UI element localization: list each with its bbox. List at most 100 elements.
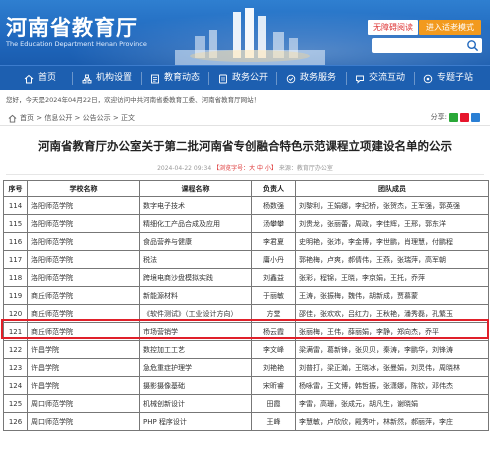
wechat-share-icon[interactable] [449, 112, 458, 122]
table-row: 121 商丘师范学院 市场营销学 杨云霞 张丽梅，王伟，薛丽娟，李静，郑向杰，乔平 [3, 322, 489, 341]
accessible-reading-button[interactable]: 无障碍阅读 [368, 20, 418, 35]
home-icon [8, 114, 17, 123]
nav-item-interaction[interactable]: 交流互动 [355, 66, 405, 91]
share-label: 分享: [430, 113, 447, 121]
nav-item-gov-info[interactable]: 政务公开 [218, 66, 268, 91]
table-header-row: 序号 学校名称 课程名称 负责人 团队成员 [3, 180, 489, 197]
row-lead: 庸小丹 [251, 250, 296, 269]
row-lead: 田霞 [251, 394, 296, 413]
document-icon [219, 74, 227, 83]
row-course: PHP 程序设计 [139, 412, 252, 431]
row-index: 124 [3, 376, 28, 395]
row-school: 许昌学院 [27, 358, 140, 377]
site-logo-subtitle: The Education Department Henan Province [6, 40, 147, 48]
row-index: 117 [3, 250, 28, 269]
row-course: 数字电子技术 [139, 196, 252, 215]
row-course: 市场营销学 [139, 322, 252, 341]
row-school: 洛阳师范学院 [27, 196, 140, 215]
row-team: 张丽梅，王伟，薛丽娟，李静，郑向杰，乔平 [295, 322, 489, 341]
row-index: 125 [3, 394, 28, 413]
nav-item-gov-service[interactable]: 政务服务 [286, 66, 336, 91]
table-row: 114 洛阳师范学院 数字电子技术 杨数强 刘黎利，王娟娜，李纪桥，张贺杰，王军强，郭英… [3, 196, 489, 215]
header-team: 团队成员 [295, 180, 489, 197]
row-team: 刘贵龙，张丽蕾，周政，李佳辉，王邢，郭东洋 [295, 214, 489, 233]
elderly-mode-button[interactable]: 进入适老模式 [419, 20, 481, 35]
breadcrumb: 首页 > 信息公开 > 公告公示 > 正文 [8, 113, 135, 123]
row-course: 摄影摄像基础 [139, 376, 252, 395]
table-row: 126 周口师范学院 PHP 程序设计 王峰 李慧敏，卢欣欣，殿秀叶，林新然，郝丽萍，李… [3, 412, 489, 431]
row-school: 洛阳师范学院 [27, 232, 140, 251]
nav-item-label: 教育动态 [164, 73, 201, 83]
search-icon[interactable] [466, 39, 479, 52]
nav-item-label: 交流互动 [369, 73, 406, 83]
nav-divider [346, 72, 347, 85]
table-row: 125 周口师范学院 机械创新设计 田霞 李雷，高珊，张成元，胡凡生，谢晓娟 [3, 394, 489, 413]
article-title: 河南省教育厅办公室关于第二批河南省专创融合特色示范课程立项建设名单的公示 [38, 139, 452, 153]
nav-item-label: 政务公开 [232, 73, 269, 83]
nav-divider [208, 72, 209, 85]
table-row: 124 许昌学院 摄影摄像基础 宋昕睿 杨咏雷，王文博，韩哲振，张潇娜，陈钦，邓伟杰 [3, 376, 489, 395]
row-team: 梁满雷，葛新锋，张贝贝，秦涛，李鹏华，刘锋涛 [295, 340, 489, 359]
table-row: 122 许昌学院 数控加工工艺 李文峰 梁满雷，葛新锋，张贝贝，秦涛，李鹏华，刘锋涛 [3, 340, 489, 359]
search-box [372, 38, 482, 53]
row-school: 洛阳师范学院 [27, 214, 140, 233]
row-team: 李雷，高珊，张成元，胡凡生，谢晓娟 [295, 394, 489, 413]
row-team: 刘黎利，王娟娜，李纪桥，张贺杰，王军强，郭英强 [295, 196, 489, 215]
nav-divider [414, 72, 415, 85]
nav-divider [72, 72, 73, 85]
table-row: 120 商丘师范学院 《软件测试》（工业设计方向） 方堂 邵佳，张欢欢，吕红力，王秋艳，… [3, 304, 489, 323]
font-size-switcher[interactable]: 【浏览字号：大 中 小】 [213, 165, 277, 172]
nav-item-organization[interactable]: 机构设置 [82, 66, 132, 91]
row-school: 许昌学院 [27, 340, 140, 359]
row-lead: 于丽敏 [251, 286, 296, 305]
home-icon [24, 74, 34, 83]
row-lead: 方堂 [251, 304, 296, 323]
nav-item-label: 政务服务 [300, 73, 337, 83]
row-team: 张彩，程锦，王晓，李京娟，王托，乔萍 [295, 268, 489, 287]
service-icon [286, 74, 296, 83]
row-index: 118 [3, 268, 28, 287]
qzone-share-icon[interactable] [471, 112, 480, 122]
row-lead: 刘艳艳 [251, 358, 296, 377]
main-nav: 首页 机构设置 教育动态 政务公开 政务服务 交流互动 专题子站 [0, 65, 490, 90]
course-list-table: 序号 学校名称 课程名称 负责人 团队成员 114 洛阳师范学院 数字电子技术 杨数强… [3, 180, 489, 431]
weibo-share-icon[interactable] [460, 112, 469, 122]
breadcrumb-text[interactable]: 首页 > 信息公开 > 公告公示 > 正文 [20, 113, 135, 123]
city-skyline-illustration [175, 8, 325, 65]
row-school: 周口师范学院 [27, 412, 140, 431]
row-team: 刘普打，梁正瀚，王晓冰，张曼娟，刘灵伟，周晓林 [295, 358, 489, 377]
nav-divider [276, 72, 277, 85]
title-divider [6, 174, 484, 175]
row-course: 食品营养与健康 [139, 232, 252, 251]
row-course: 新能源材料 [139, 286, 252, 305]
row-school: 商丘师范学院 [27, 322, 140, 341]
row-team: 杨咏雷，王文博，韩哲振，张潇娜，陈钦，邓伟杰 [295, 376, 489, 395]
site-logo-title[interactable]: 河南省教育厅 [6, 12, 138, 42]
row-course: 《软件测试》（工业设计方向） [139, 304, 252, 323]
row-lead: 李文峰 [251, 340, 296, 359]
org-icon [82, 74, 92, 83]
row-team: 王涛，张振梅，魏伟，胡新成，贾慕蒙 [295, 286, 489, 305]
nav-item-label: 首页 [38, 73, 57, 83]
topic-icon [423, 74, 433, 83]
nav-item-home[interactable]: 首页 [24, 66, 56, 91]
row-school: 商丘师范学院 [27, 304, 140, 323]
article-meta: 2024-04-22 09:34 【浏览字号：大 中 小】 来源：教育厅办公室 [0, 163, 490, 172]
search-input[interactable] [372, 38, 464, 53]
header-lead: 负责人 [251, 180, 296, 197]
nav-item-news[interactable]: 教育动态 [150, 66, 200, 91]
row-team: 李慧敏，卢欣欣，殿秀叶，林新然，郝丽萍，李庄 [295, 412, 489, 431]
row-team: 邵佳，张欢欢，吕红力，王秋艳，潘秀磊，孔繁玉 [295, 304, 489, 323]
row-school: 周口师范学院 [27, 394, 140, 413]
nav-item-topics[interactable]: 专题子站 [423, 66, 473, 91]
row-index: 114 [3, 196, 28, 215]
interaction-icon [356, 75, 364, 84]
row-index: 120 [3, 304, 28, 323]
nav-divider [141, 72, 142, 85]
row-school: 商丘师范学院 [27, 286, 140, 305]
row-course: 精细化工产品合成及应用 [139, 214, 252, 233]
row-school: 洛阳师范学院 [27, 250, 140, 269]
row-lead: 杨数强 [251, 196, 296, 215]
news-icon [151, 74, 159, 83]
header-school: 学校名称 [27, 180, 140, 197]
